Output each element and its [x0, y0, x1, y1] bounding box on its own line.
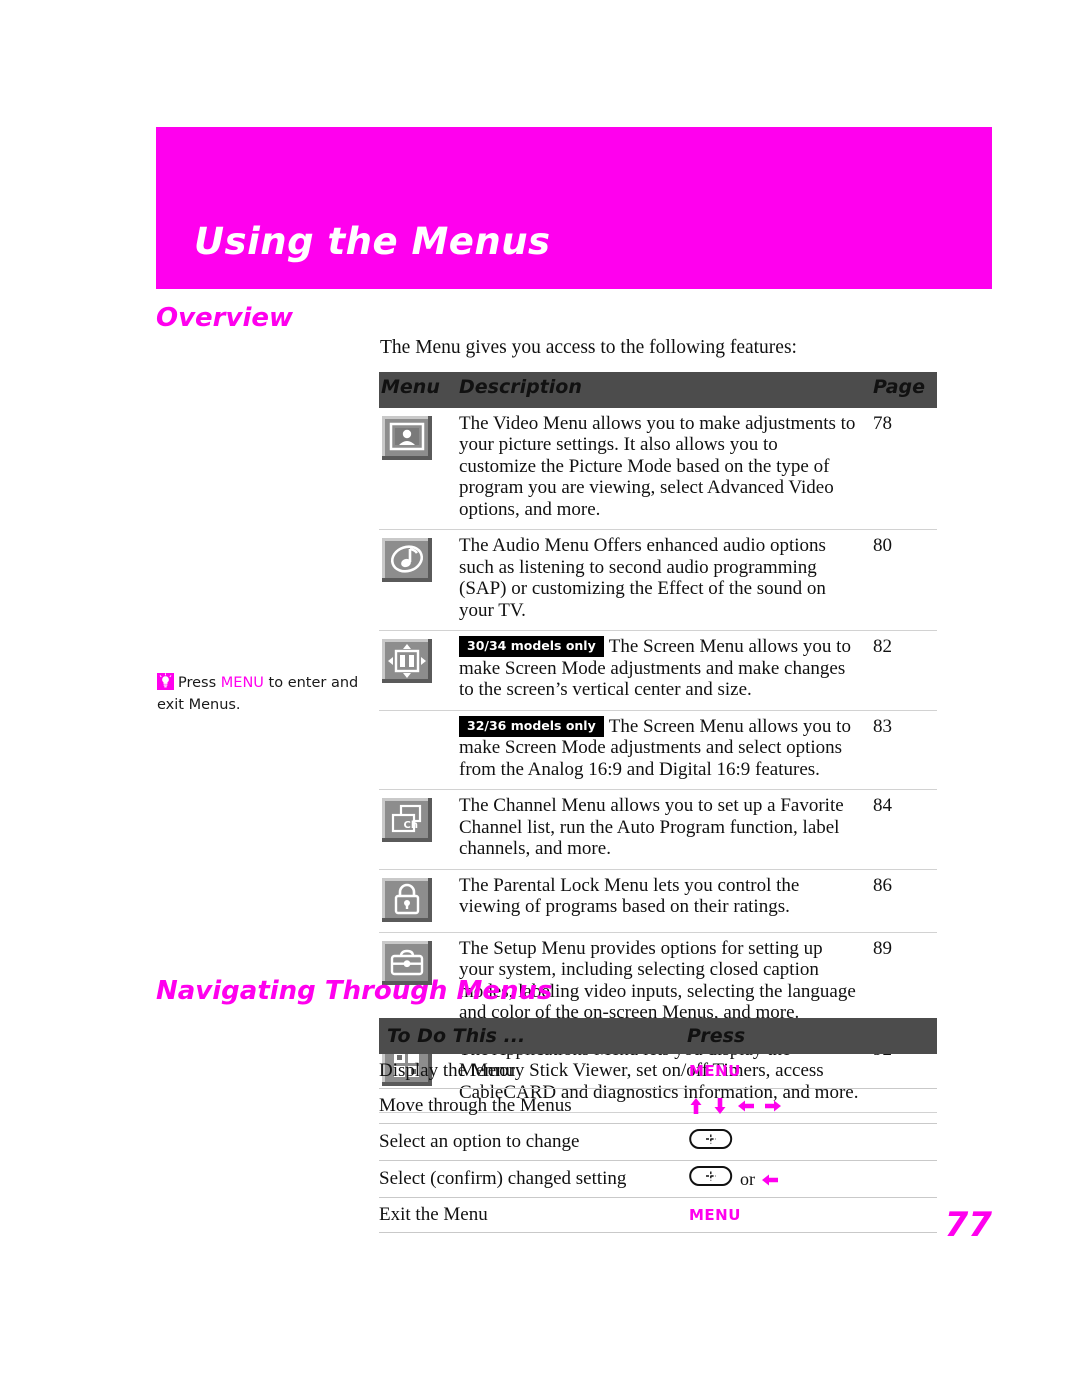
- arrow-right-icon: [765, 1100, 782, 1112]
- table-row: Move through the Menus: [379, 1088, 937, 1124]
- menu-page-number: 80: [867, 529, 937, 631]
- table-header-row: Menu Description Page: [379, 372, 937, 408]
- table-row: Select an option to change: [379, 1123, 937, 1161]
- table-row: The Audio Menu Offers enhanced audio opt…: [379, 529, 937, 631]
- menu-icon-cell: [379, 869, 459, 933]
- table-row: Ch The Channel Menu allows you to set up…: [379, 789, 937, 870]
- column-header-to-do-this: To Do This ...: [379, 1018, 679, 1054]
- nav-press-cell: [679, 1088, 937, 1124]
- screen-menu-icon: [382, 639, 432, 683]
- svg-text:Ch: Ch: [404, 820, 418, 831]
- menu-description: 30/34 models only The Screen Menu allows …: [459, 630, 867, 711]
- menu-icon-cell: [379, 630, 459, 711]
- nav-action-label: Exit the Menu: [379, 1197, 679, 1233]
- table-row: 30/34 models only The Screen Menu allows …: [379, 630, 937, 711]
- navigating-table: To Do This ... Press Display the Menu ME…: [379, 1018, 937, 1233]
- chapter-banner: Using the Menus: [156, 127, 992, 289]
- menu-button-label: MENU: [689, 1206, 741, 1224]
- nav-action-label: Select (confirm) changed setting: [379, 1160, 679, 1198]
- table-row: 32/36 models only The Screen Menu allows …: [379, 710, 937, 790]
- center-jog-button-icon: [689, 1166, 733, 1186]
- menu-page-number: 86: [867, 869, 937, 933]
- menu-description: The Video Menu allows you to make adjust…: [459, 407, 867, 530]
- lightbulb-tip-icon: [157, 673, 174, 690]
- overview-heading: Overview: [156, 303, 294, 333]
- tip-keyword-menu: MENU: [220, 675, 264, 691]
- menu-button-label: MENU: [689, 1062, 741, 1080]
- arrow-down-icon: [714, 1098, 726, 1114]
- table-row: The Video Menu allows you to make adjust…: [379, 407, 937, 530]
- menu-page-number: 84: [867, 789, 937, 870]
- models-badge: 30/34 models only: [459, 636, 604, 657]
- menu-page-number: 82: [867, 630, 937, 711]
- column-header-menu: Menu: [379, 372, 459, 408]
- menu-description: The Channel Menu allows you to set up a …: [459, 789, 867, 870]
- column-header-press: Press: [679, 1018, 937, 1054]
- nav-action-label: Select an option to change: [379, 1123, 679, 1161]
- nav-action-label: Move through the Menus: [379, 1088, 679, 1124]
- table-header-row: To Do This ... Press: [379, 1018, 937, 1054]
- video-menu-icon: [382, 415, 432, 460]
- menu-icon-cell: [379, 529, 459, 631]
- menu-description: The Audio Menu Offers enhanced audio opt…: [459, 529, 867, 631]
- tip-text-before: Press: [178, 675, 221, 691]
- menu-description: The Parental Lock Menu lets you control …: [459, 869, 867, 933]
- nav-press-cell: [679, 1123, 937, 1161]
- models-badge: 32/36 models only: [459, 715, 604, 737]
- arrow-left-icon: [762, 1174, 778, 1186]
- channel-menu-icon: Ch: [382, 798, 432, 842]
- column-header-description: Description: [459, 372, 867, 408]
- menu-description: 32/36 models only The Screen Menu allows …: [459, 710, 867, 790]
- or-label: or: [740, 1169, 755, 1189]
- center-jog-button-icon: [689, 1129, 733, 1149]
- table-row: Exit the Menu MENU: [379, 1197, 937, 1233]
- nav-action-label: Display the Menu: [379, 1054, 679, 1089]
- nav-press-cell: MENU: [679, 1197, 937, 1233]
- menu-icon-cell: Ch: [379, 789, 459, 870]
- table-row: The Parental Lock Menu lets you control …: [379, 869, 937, 933]
- table-row: Select (confirm) changed setting or: [379, 1160, 937, 1198]
- menu-icon-cell-empty: [379, 710, 459, 790]
- column-header-page: Page: [867, 372, 937, 408]
- audio-menu-icon: [382, 538, 432, 582]
- table-row: Display the Menu MENU: [379, 1054, 937, 1089]
- menu-page-number: 83: [867, 710, 937, 790]
- parental-lock-menu-icon: [382, 877, 432, 922]
- page-title: Using the Menus: [194, 220, 551, 263]
- margin-tip-note: Press MENU to enter and exit Menus.: [157, 672, 362, 716]
- navigating-heading: Navigating Through Menus: [156, 976, 553, 1006]
- nav-press-cell: MENU: [679, 1054, 937, 1089]
- menu-icon-cell: [379, 407, 459, 530]
- menu-page-number: 78: [867, 407, 937, 530]
- nav-press-cell: or: [679, 1160, 937, 1198]
- overview-intro-text: The Menu gives you access to the followi…: [380, 337, 797, 358]
- page-number: 77: [944, 1205, 992, 1245]
- arrow-left-icon: [737, 1100, 754, 1112]
- arrow-up-icon: [690, 1098, 702, 1114]
